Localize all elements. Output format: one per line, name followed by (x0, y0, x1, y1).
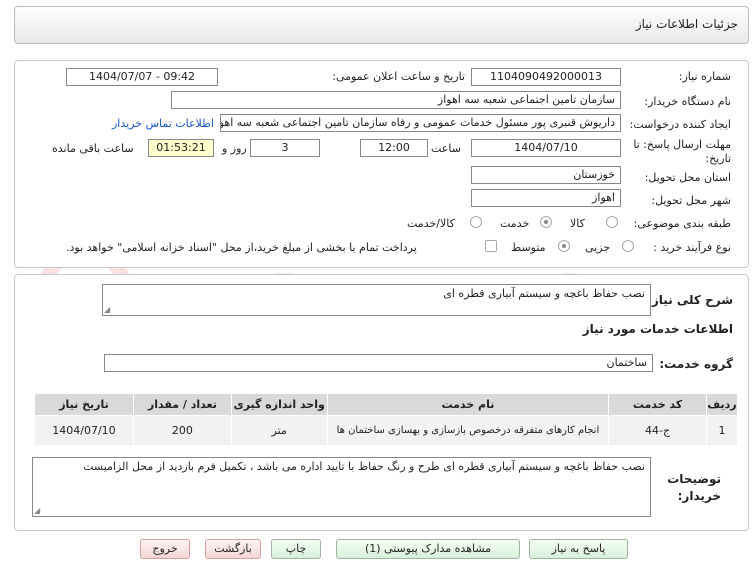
process-type-label: نوع فرآیند خرید : (653, 241, 731, 254)
buyer-org-field: سازمان تامین اجتماعی شعبه سه اهواز (171, 91, 621, 109)
deadline-time-field: 12:00 (360, 139, 428, 157)
col-unit: واحد اندازه گیری (230, 393, 328, 416)
page-header: جزئیات اطلاعات نیاز (14, 6, 749, 44)
col-service-code: کد خدمت (608, 393, 708, 416)
notes-resize-grip-icon[interactable]: ◢ (34, 506, 40, 515)
category-option-goods-service: کالا/خدمت (407, 217, 455, 230)
attachments-button[interactable]: مشاهده مدارک پیوستی (1) (336, 539, 520, 559)
process-option-medium: متوسط (511, 241, 546, 254)
col-service-name: نام خدمت (326, 393, 610, 416)
announce-date-field: 1404/07/07 - 09:42 (66, 68, 218, 86)
cell-service-code: ج-44 (608, 415, 708, 446)
category-radio-goods-service[interactable] (470, 216, 482, 228)
services-table-wrapper: ردیف کد خدمت نام خدمت واحد اندازه گیری ت… (34, 393, 738, 446)
remaining-time-field: 01:53:21 (148, 139, 214, 157)
col-quantity: تعداد / مقدار (132, 393, 232, 416)
deadline-time-label: ساعت (431, 142, 461, 155)
category-radio-service[interactable] (540, 216, 552, 228)
treasury-payment-note: پرداخت تمام یا بخشی از مبلغ خرید،از محل … (66, 241, 417, 254)
summary-label: شرح کلی نیاز: (647, 293, 733, 307)
print-button[interactable]: چاپ (271, 539, 321, 559)
deadline-date-label: تاریخ: (705, 152, 731, 165)
cell-quantity: 200 (132, 415, 232, 446)
days-label: روز و (222, 142, 247, 155)
reply-button[interactable]: پاسخ به نیاز (529, 539, 628, 559)
buyer-org-label: نام دستگاه خریدار: (644, 95, 731, 108)
buyer-notes-label: توضیحات (667, 472, 721, 486)
process-radio-minor[interactable] (622, 240, 634, 252)
cell-row-number: 1 (706, 415, 738, 446)
cell-need-date: 1404/07/10 (34, 415, 134, 446)
summary-field: نصب حفاظ باغچه و سیستم آبیاری قطره ای (102, 284, 651, 316)
deadline-label: مهلت ارسال پاسخ: تا (633, 138, 731, 151)
category-option-goods: کالا (570, 217, 585, 230)
days-remaining-field: 3 (250, 139, 320, 157)
service-group-label: گروه خدمت: (659, 357, 733, 371)
services-table: ردیف کد خدمت نام خدمت واحد اندازه گیری ت… (34, 393, 738, 446)
creator-label: ایجاد کننده درخواست: (629, 118, 731, 131)
summary-resize-grip-icon[interactable]: ◢ (104, 305, 110, 314)
category-option-service: خدمت (500, 217, 530, 230)
treasury-payment-checkbox[interactable] (485, 240, 497, 252)
buyer-contact-link[interactable]: اطلاعات تماس خریدار (112, 117, 214, 130)
exit-button[interactable]: خروج (140, 539, 190, 559)
col-need-date: تاریخ نیاز (34, 393, 134, 416)
process-radio-medium[interactable] (558, 240, 570, 252)
creator-field: داریوش قنبری پور مسئول خدمات عمومی و رفا… (220, 114, 621, 132)
need-number-field: 1104090492000013 (471, 68, 621, 86)
table-row: 1 ج-44 انجام کارهای متفرقه درخصوص بازساز… (34, 415, 738, 446)
remaining-time-label: ساعت باقی مانده (52, 142, 134, 155)
announce-date-label: تاریخ و ساعت اعلان عمومی: (332, 70, 465, 83)
cell-service-name: انجام کارهای متفرقه درخصوص بازسازی و بهس… (326, 415, 610, 446)
category-radio-goods[interactable] (606, 216, 618, 228)
need-number-label: شماره نیاز: (678, 70, 731, 83)
category-label: طبقه بندی موضوعی: (633, 217, 731, 230)
city-field: اهواز (471, 189, 621, 207)
table-header-row: ردیف کد خدمت نام خدمت واحد اندازه گیری ت… (34, 393, 738, 416)
city-label: شهر محل تحویل: (651, 194, 731, 207)
province-field: خوزستان (471, 166, 621, 184)
province-label: استان محل تحویل: (644, 171, 731, 184)
process-option-minor: جزیی (585, 241, 611, 254)
buyer-notes-label-2: خریدار: (677, 489, 721, 503)
services-section-title: اطلاعات خدمات مورد نیاز (582, 322, 733, 336)
buyer-notes-field: نصب حفاظ باغچه و سیستم آبیاری قطره ای طر… (32, 457, 651, 517)
page-title: جزئیات اطلاعات نیاز (635, 17, 738, 31)
cell-unit: متر (230, 415, 328, 446)
service-group-field: ساختمان (104, 354, 653, 372)
back-button[interactable]: بازگشت (205, 539, 261, 559)
col-row-number: ردیف (706, 393, 738, 416)
deadline-date-field: 1404/07/10 (471, 139, 621, 157)
